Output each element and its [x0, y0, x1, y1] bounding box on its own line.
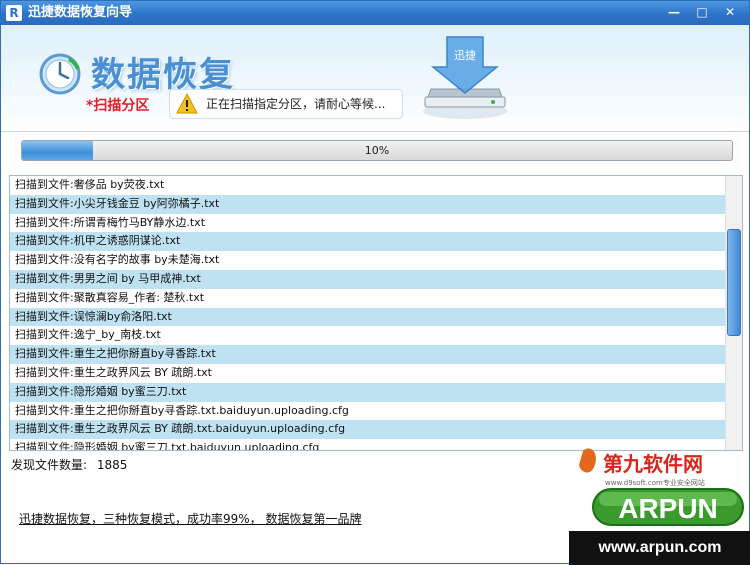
watermark-tagline: www.d9soft.com专业安全网站 [605, 478, 705, 487]
clock-icon [39, 53, 81, 95]
list-item[interactable]: 扫描到文件:所谓青梅竹马BY静水边.txt [10, 214, 726, 233]
watermark-brand-cn: 第九软件网 [603, 452, 703, 476]
app-logo-icon: R [6, 5, 22, 21]
list-item[interactable]: 扫描到文件:重生之把你掰直by寻香踪.txt [10, 345, 726, 364]
status-message: 正在扫描指定分区，请耐心等候... [206, 97, 386, 111]
watermark-url: www.arpun.com [569, 531, 750, 565]
list-item[interactable]: 扫描到文件:重生之政界风云 BY 疏朗.txt.baiduyun.uploadi… [10, 420, 726, 440]
list-item[interactable]: 扫描到文件:男男之间 by 马甲成神.txt [10, 269, 726, 289]
scrollbar[interactable] [725, 176, 742, 450]
close-button[interactable]: ✕ [719, 4, 741, 21]
title-bar[interactable]: R 迅捷数据恢复向导 — □ ✕ [1, 1, 749, 25]
warning-icon [176, 93, 198, 114]
list-item[interactable]: 扫描到文件:聚散真容易_作者: 楚秋.txt [10, 289, 726, 308]
promo-link[interactable]: 迅捷数据恢复，三种恢复模式，成功率99%， 数据恢复第一品牌 [19, 510, 362, 527]
list-item[interactable]: 扫描到文件:小尖牙钱金豆 by阿弥橘子.txt [10, 194, 726, 214]
list-item[interactable]: 扫描到文件:没有名字的故事 by未楚海.txt [10, 251, 726, 270]
list-item[interactable]: 扫描到文件:奢侈品 by荧夜.txt [10, 176, 726, 195]
minimize-button[interactable]: — [663, 4, 685, 21]
watermark-logo: 第九软件网 www.d9soft.com专业安全网站 ARPUN [579, 448, 744, 526]
window-title: 迅捷数据恢复向导 [28, 5, 133, 20]
list-item[interactable]: 扫描到文件:重生之政界风云 BY 疏朗.txt [10, 364, 726, 383]
list-item[interactable]: 扫描到文件:逸宁_by_南枝.txt [10, 326, 726, 345]
found-count-value: 1885 [96, 458, 128, 472]
list-item[interactable]: 扫描到文件:隐形婚姻 by蜜三刀.txt [10, 382, 726, 402]
step-label: *扫描分区 [86, 98, 150, 114]
header-banner: 数据恢复 *扫描分区 正在扫描指定分区，请耐心等候... 迅捷 [1, 25, 749, 131]
maximize-button[interactable]: □ [691, 4, 713, 21]
progress-section: 10% [1, 131, 749, 175]
found-count-label: 发现文件数量: [11, 458, 88, 472]
hard-drive-icon: 迅捷 [423, 36, 507, 119]
scan-results-list[interactable]: 扫描到文件:奢侈品 by荧夜.txt 扫描到文件:小尖牙钱金豆 by阿弥橘子.tx… [9, 175, 743, 451]
list-item[interactable]: 扫描到文件:误惊澜by俞洛阳.txt [10, 307, 726, 327]
watermark-brand-en: ARPUN [618, 493, 718, 524]
list-item[interactable]: 扫描到文件:重生之把你掰直by寻香踪.txt.baiduyun.uploadin… [10, 402, 726, 421]
progress-label: 10% [364, 144, 390, 157]
scan-results-rows: 扫描到文件:奢侈品 by荧夜.txt 扫描到文件:小尖牙钱金豆 by阿弥橘子.tx… [10, 176, 726, 450]
found-count: 发现文件数量: 1885 [11, 456, 127, 473]
app-window: R 迅捷数据恢复向导 — □ ✕ 数据恢复 *扫描分区 正在扫描指定分区，请耐心… [0, 0, 750, 565]
status-bubble: 正在扫描指定分区，请耐心等候... [169, 89, 403, 119]
drive-badge-text: 迅捷 [454, 48, 476, 62]
scrollbar-thumb[interactable] [727, 229, 741, 336]
progress-bar: 10% [21, 140, 733, 161]
list-item[interactable]: 扫描到文件:机甲之诱惑阴谋论.txt [10, 232, 726, 252]
